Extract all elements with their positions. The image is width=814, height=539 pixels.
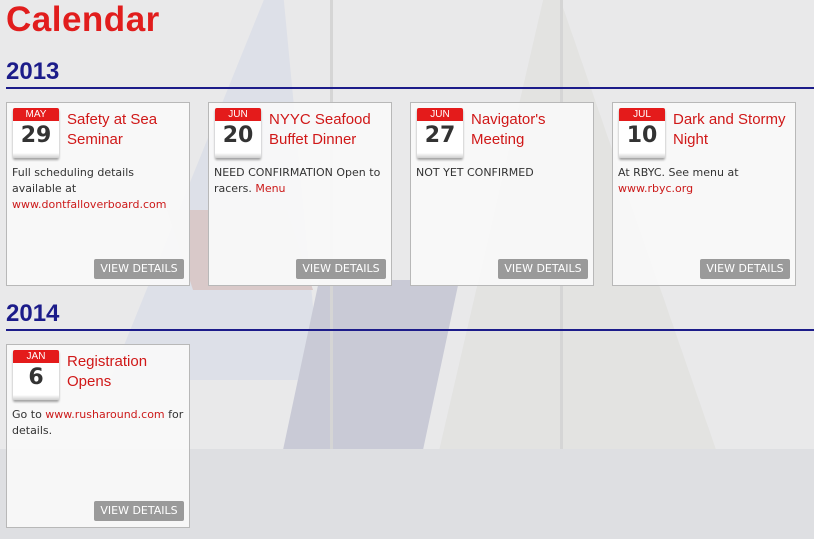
event-title-link[interactable]: Navigator's Meeting — [471, 110, 591, 150]
event-link[interactable]: www.rbyc.org — [618, 182, 693, 195]
event-card: JUN 20 NYYC Seafood Buffet Dinner NEED C… — [208, 102, 392, 286]
date-day: 6 — [28, 365, 44, 390]
event-description: At RBYC. See menu at www.rbyc.org — [618, 166, 739, 195]
event-card: JUL 10 Dark and Stormy Night At RBYC. Se… — [612, 102, 796, 286]
year-heading-2014: 2014 — [6, 300, 60, 327]
event-title-link[interactable]: Safety at Sea Seminar — [67, 110, 187, 150]
date-day: 10 — [626, 123, 658, 148]
date-month: JAN — [13, 350, 59, 363]
view-details-button[interactable]: VIEW DETAILS — [296, 259, 386, 279]
date-badge: MAY 29 — [13, 108, 59, 158]
date-badge: JAN 6 — [13, 350, 59, 400]
event-description: Full scheduling details available at www… — [12, 166, 167, 211]
view-details-button[interactable]: VIEW DETAILS — [700, 259, 790, 279]
event-card: MAY 29 Safety at Sea Seminar Full schedu… — [6, 102, 190, 286]
year-divider — [6, 87, 814, 89]
view-details-button[interactable]: VIEW DETAILS — [94, 501, 184, 521]
date-day: 20 — [222, 123, 254, 148]
event-title-link[interactable]: Registration Opens — [67, 352, 187, 392]
view-details-button[interactable]: VIEW DETAILS — [498, 259, 588, 279]
event-card: JAN 6 Registration Opens Go to www.rusha… — [6, 344, 190, 528]
year-divider — [6, 329, 814, 331]
date-day: 27 — [424, 123, 456, 148]
date-day: 29 — [20, 123, 52, 148]
date-month: MAY — [13, 108, 59, 121]
date-badge: JUN 27 — [417, 108, 463, 158]
view-details-button[interactable]: VIEW DETAILS — [94, 259, 184, 279]
event-link[interactable]: Menu — [255, 182, 285, 195]
page-title: Calendar — [6, 0, 160, 39]
date-month: JUN — [215, 108, 261, 121]
event-description: Go to www.rusharound.com for details. — [12, 408, 184, 437]
event-title-link[interactable]: Dark and Stormy Night — [673, 110, 793, 150]
date-badge: JUN 20 — [215, 108, 261, 158]
event-description: NEED CONFIRMATION Open to racers. Menu — [214, 166, 381, 195]
date-badge: JUL 10 — [619, 108, 665, 158]
event-card: JUN 27 Navigator's Meeting NOT YET CONFI… — [410, 102, 594, 286]
year-heading-2013: 2013 — [6, 58, 60, 85]
event-link[interactable]: www.rusharound.com — [45, 408, 164, 421]
event-description: NOT YET CONFIRMED — [416, 166, 534, 179]
event-title-link[interactable]: NYYC Seafood Buffet Dinner — [269, 110, 389, 150]
date-month: JUN — [417, 108, 463, 121]
date-month: JUL — [619, 108, 665, 121]
event-link[interactable]: www.dontfalloverboard.com — [12, 198, 166, 211]
